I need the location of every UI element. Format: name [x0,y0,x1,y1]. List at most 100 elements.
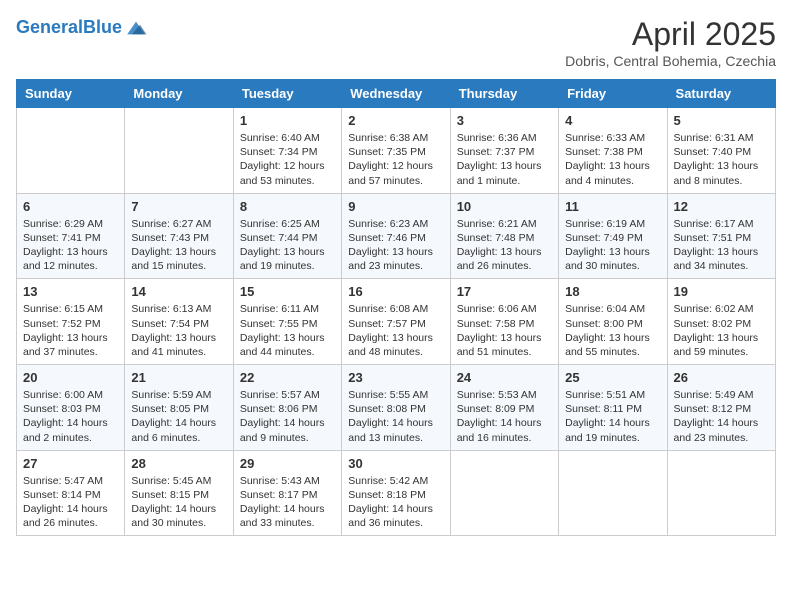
calendar-cell: 26 Sunrise: 5:49 AM Sunset: 8:12 PM Dayli… [667,365,775,451]
week-row-1: 1 Sunrise: 6:40 AM Sunset: 7:34 PM Daylig… [17,108,776,194]
weekday-header-row: SundayMondayTuesdayWednesdayThursdayFrid… [17,80,776,108]
day-number: 10 [457,199,552,214]
cell-content: Sunrise: 5:45 AM Sunset: 8:15 PM Dayligh… [131,474,226,531]
cell-content: Sunrise: 5:49 AM Sunset: 8:12 PM Dayligh… [674,388,769,445]
calendar-cell: 15Sunrise: 6:11 AM Sunset: 7:55 PM Dayli… [233,279,341,365]
weekday-header-monday: Monday [125,80,233,108]
month-title: April 2025 [565,16,776,53]
weekday-header-friday: Friday [559,80,667,108]
calendar-cell [667,450,775,536]
cell-content: Sunrise: 6:02 AM Sunset: 8:02 PM Dayligh… [674,302,769,359]
week-row-5: 27 Sunrise: 5:47 AM Sunset: 8:14 PM Dayli… [17,450,776,536]
day-number: 14 [131,284,226,299]
calendar-cell: 29 Sunrise: 5:43 AM Sunset: 8:17 PM Dayli… [233,450,341,536]
day-number: 2 [348,113,443,128]
calendar-cell: 23Sunrise: 5:55 AM Sunset: 8:08 PM Dayli… [342,365,450,451]
day-number: 26 [674,370,769,385]
calendar-cell: 9Sunrise: 6:23 AM Sunset: 7:46 PM Daylig… [342,193,450,279]
calendar-cell: 27 Sunrise: 5:47 AM Sunset: 8:14 PM Dayli… [17,450,125,536]
day-number: 20 [23,370,118,385]
cell-content: Sunrise: 5:51 AM Sunset: 8:11 PM Dayligh… [565,388,660,445]
cell-content: Sunrise: 6:08 AM Sunset: 7:57 PM Dayligh… [348,302,443,359]
cell-content: Sunrise: 6:06 AM Sunset: 7:58 PM Dayligh… [457,302,552,359]
location-subtitle: Dobris, Central Bohemia, Czechia [565,53,776,69]
cell-content: Sunrise: 6:11 AM Sunset: 7:55 PM Dayligh… [240,302,335,359]
calendar-cell: 12 Sunrise: 6:17 AM Sunset: 7:51 PM Dayli… [667,193,775,279]
day-number: 8 [240,199,335,214]
cell-content: Sunrise: 6:40 AM Sunset: 7:34 PM Dayligh… [240,131,335,188]
cell-content: Sunrise: 6:25 AM Sunset: 7:44 PM Dayligh… [240,217,335,274]
cell-content: Sunrise: 6:27 AM Sunset: 7:43 PM Dayligh… [131,217,226,274]
cell-content: Sunrise: 6:17 AM Sunset: 7:51 PM Dayligh… [674,217,769,274]
calendar-cell: 11 Sunrise: 6:19 AM Sunset: 7:49 PM Dayli… [559,193,667,279]
day-number: 24 [457,370,552,385]
weekday-header-sunday: Sunday [17,80,125,108]
day-number: 12 [674,199,769,214]
logo-text: GeneralBlue [16,18,122,38]
calendar-cell: 30 Sunrise: 5:42 AM Sunset: 8:18 PM Dayli… [342,450,450,536]
day-number: 6 [23,199,118,214]
calendar-cell: 8 Sunrise: 6:25 AM Sunset: 7:44 PM Daylig… [233,193,341,279]
week-row-3: 13 Sunrise: 6:15 AM Sunset: 7:52 PM Dayli… [17,279,776,365]
cell-content: Sunrise: 6:00 AM Sunset: 8:03 PM Dayligh… [23,388,118,445]
cell-content: Sunrise: 6:36 AM Sunset: 7:37 PM Dayligh… [457,131,552,188]
logo-blue: Blue [83,17,122,37]
calendar-cell [559,450,667,536]
calendar-cell: 18Sunrise: 6:04 AM Sunset: 8:00 PM Dayli… [559,279,667,365]
calendar-cell: 24Sunrise: 5:53 AM Sunset: 8:09 PM Dayli… [450,365,558,451]
calendar-cell [17,108,125,194]
day-number: 13 [23,284,118,299]
cell-content: Sunrise: 6:23 AM Sunset: 7:46 PM Dayligh… [348,217,443,274]
cell-content: Sunrise: 6:15 AM Sunset: 7:52 PM Dayligh… [23,302,118,359]
cell-content: Sunrise: 5:42 AM Sunset: 8:18 PM Dayligh… [348,474,443,531]
day-number: 16 [348,284,443,299]
calendar-cell: 2 Sunrise: 6:38 AM Sunset: 7:35 PM Daylig… [342,108,450,194]
cell-content: Sunrise: 6:38 AM Sunset: 7:35 PM Dayligh… [348,131,443,188]
cell-content: Sunrise: 5:57 AM Sunset: 8:06 PM Dayligh… [240,388,335,445]
day-number: 18 [565,284,660,299]
day-number: 22 [240,370,335,385]
day-number: 29 [240,456,335,471]
page-header: GeneralBlue April 2025 Dobris, Central B… [16,16,776,69]
day-number: 4 [565,113,660,128]
calendar-cell: 16 Sunrise: 6:08 AM Sunset: 7:57 PM Dayli… [342,279,450,365]
cell-content: Sunrise: 6:29 AM Sunset: 7:41 PM Dayligh… [23,217,118,274]
logo-icon [124,16,148,40]
day-number: 1 [240,113,335,128]
calendar-cell: 21Sunrise: 5:59 AM Sunset: 8:05 PM Dayli… [125,365,233,451]
calendar-cell: 28 Sunrise: 5:45 AM Sunset: 8:15 PM Dayli… [125,450,233,536]
cell-content: Sunrise: 5:47 AM Sunset: 8:14 PM Dayligh… [23,474,118,531]
calendar-cell [125,108,233,194]
week-row-2: 6 Sunrise: 6:29 AM Sunset: 7:41 PM Daylig… [17,193,776,279]
weekday-header-tuesday: Tuesday [233,80,341,108]
calendar-cell [450,450,558,536]
calendar-cell: 25 Sunrise: 5:51 AM Sunset: 8:11 PM Dayli… [559,365,667,451]
day-number: 27 [23,456,118,471]
calendar-cell: 7 Sunrise: 6:27 AM Sunset: 7:43 PM Daylig… [125,193,233,279]
calendar-cell: 10 Sunrise: 6:21 AM Sunset: 7:48 PM Dayli… [450,193,558,279]
cell-content: Sunrise: 6:19 AM Sunset: 7:49 PM Dayligh… [565,217,660,274]
logo: GeneralBlue [16,16,148,40]
day-number: 17 [457,284,552,299]
day-number: 30 [348,456,443,471]
day-number: 19 [674,284,769,299]
calendar-cell: 17 Sunrise: 6:06 AM Sunset: 7:58 PM Dayli… [450,279,558,365]
day-number: 23 [348,370,443,385]
cell-content: Sunrise: 5:43 AM Sunset: 8:17 PM Dayligh… [240,474,335,531]
day-number: 11 [565,199,660,214]
day-number: 28 [131,456,226,471]
weekday-header-saturday: Saturday [667,80,775,108]
day-number: 25 [565,370,660,385]
title-area: April 2025 Dobris, Central Bohemia, Czec… [565,16,776,69]
cell-content: Sunrise: 6:21 AM Sunset: 7:48 PM Dayligh… [457,217,552,274]
calendar-table: SundayMondayTuesdayWednesdayThursdayFrid… [16,79,776,536]
day-number: 7 [131,199,226,214]
week-row-4: 20 Sunrise: 6:00 AM Sunset: 8:03 PM Dayli… [17,365,776,451]
calendar-cell: 20 Sunrise: 6:00 AM Sunset: 8:03 PM Dayli… [17,365,125,451]
weekday-header-thursday: Thursday [450,80,558,108]
day-number: 21 [131,370,226,385]
calendar-cell: 22 Sunrise: 5:57 AM Sunset: 8:06 PM Dayli… [233,365,341,451]
calendar-cell: 5Sunrise: 6:31 AM Sunset: 7:40 PM Daylig… [667,108,775,194]
calendar-cell: 6 Sunrise: 6:29 AM Sunset: 7:41 PM Daylig… [17,193,125,279]
calendar-cell: 13 Sunrise: 6:15 AM Sunset: 7:52 PM Dayli… [17,279,125,365]
